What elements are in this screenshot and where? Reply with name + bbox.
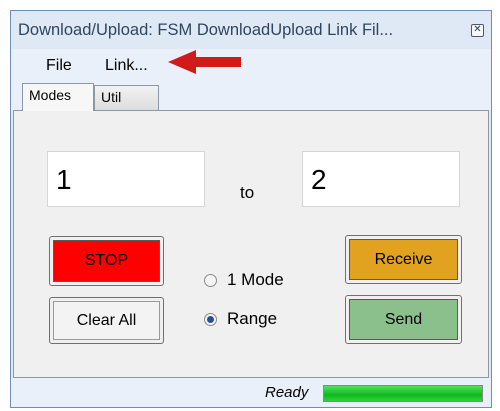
progress-fill <box>324 386 482 401</box>
radio-1-mode[interactable]: 1 Mode <box>204 270 284 290</box>
menu-file[interactable]: File <box>46 57 72 75</box>
close-icon[interactable]: ✕ <box>471 24 484 37</box>
to-mode-field[interactable]: 2 <box>302 151 460 207</box>
menu-bar: File Link... <box>11 49 491 81</box>
progress-bar <box>323 385 483 402</box>
clear-all-button-label: Clear All <box>53 301 160 340</box>
radio-range-indicator[interactable] <box>204 312 217 326</box>
radio-range[interactable]: Range <box>204 309 277 329</box>
radio-1-mode-label: 1 Mode <box>227 270 284 289</box>
app-window: Download/Upload: FSM DownloadUpload Link… <box>10 10 492 408</box>
tab-strip: Modes Util <box>11 81 491 111</box>
window-title: Download/Upload: FSM DownloadUpload Link… <box>18 21 394 39</box>
tab-util[interactable]: Util <box>94 85 159 111</box>
radio-range-label: Range <box>227 309 278 328</box>
from-mode-field[interactable]: 1 <box>47 151 205 207</box>
send-button[interactable]: Send <box>345 295 462 344</box>
modes-panel: 1 to 2 STOP Clear All 1 Mode Range Recei… <box>13 110 489 378</box>
to-label: to <box>240 183 255 202</box>
stop-button[interactable]: STOP <box>49 236 164 286</box>
radio-1-mode-indicator[interactable] <box>204 273 217 287</box>
status-bar: Ready <box>11 378 491 407</box>
status-text: Ready <box>265 384 309 401</box>
menu-link[interactable]: Link... <box>105 57 148 75</box>
title-bar: Download/Upload: FSM DownloadUpload Link… <box>11 11 491 49</box>
tab-modes[interactable]: Modes <box>22 83 94 111</box>
red-arrow-icon <box>168 50 241 74</box>
clear-all-button[interactable]: Clear All <box>49 297 164 344</box>
send-button-label: Send <box>349 299 458 340</box>
stop-button-label: STOP <box>53 240 160 282</box>
receive-button-label: Receive <box>349 239 458 280</box>
receive-button[interactable]: Receive <box>345 235 462 284</box>
